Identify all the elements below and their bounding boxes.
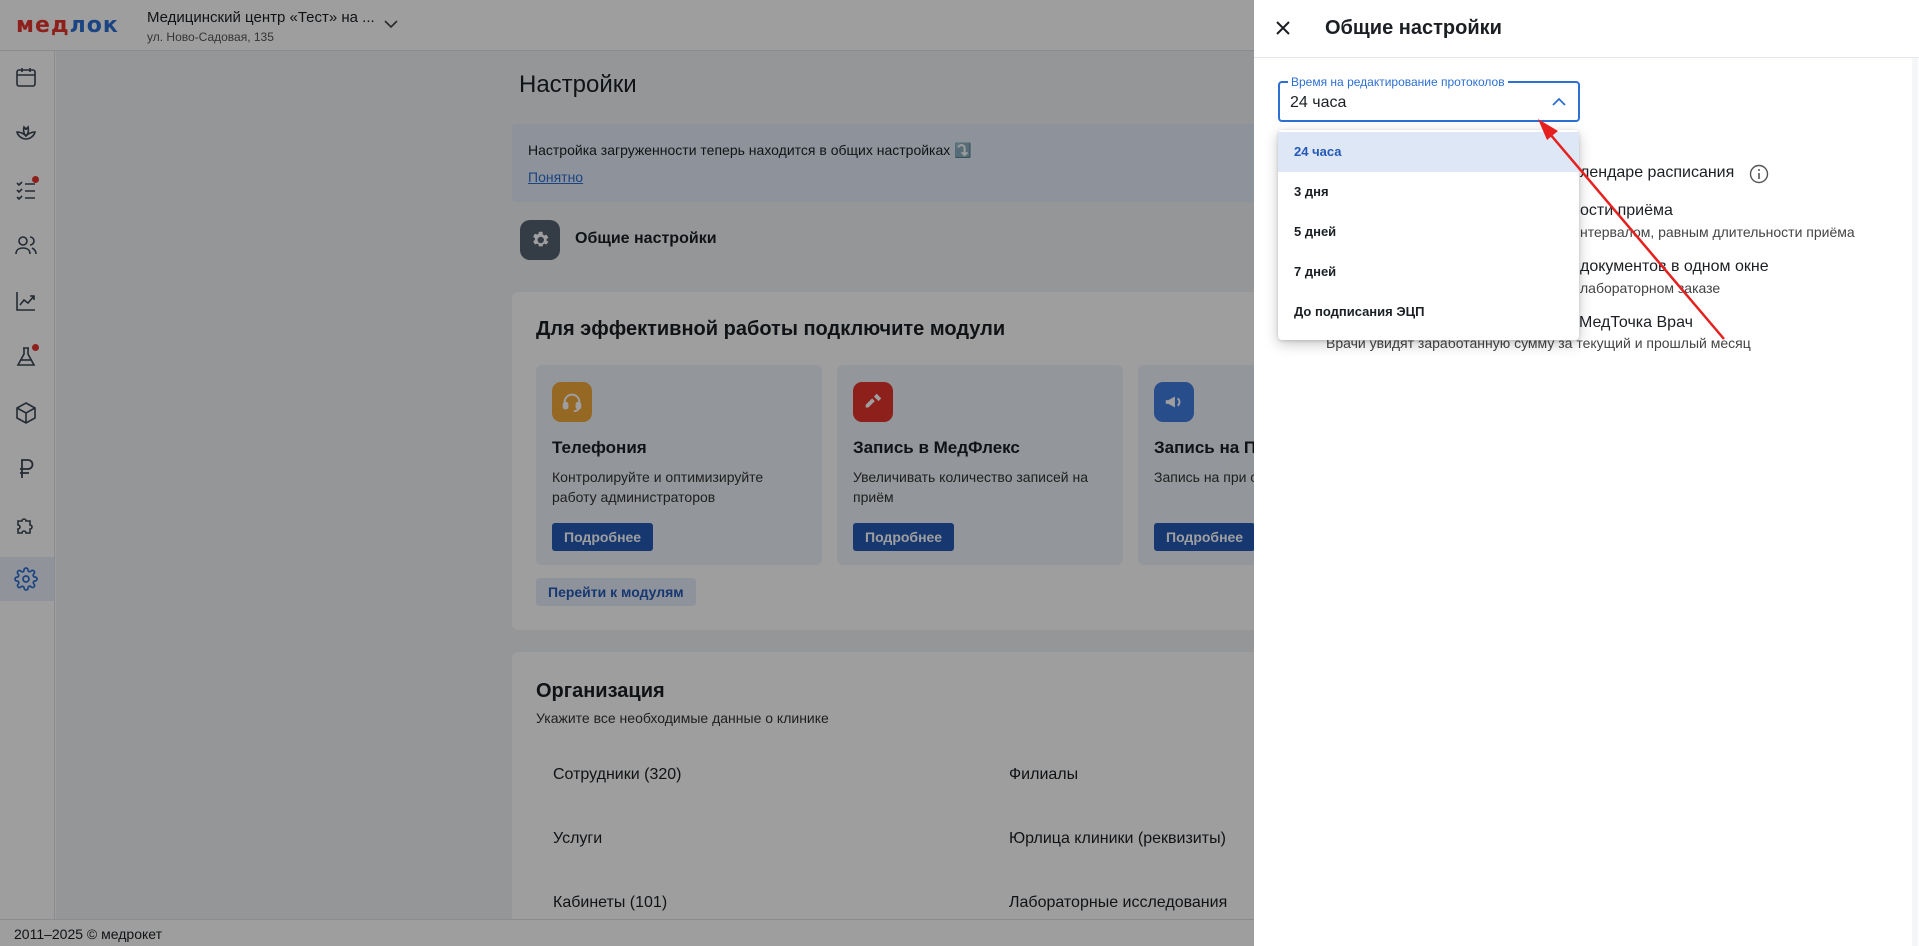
drawer-scrollbar[interactable]: [1911, 58, 1919, 946]
dropdown-option-7d[interactable]: 7 дней: [1278, 252, 1579, 292]
protocol-edit-time-select[interactable]: Время на редактирование протоколов 24 ча…: [1278, 75, 1580, 122]
setting-documents-one-window[interactable]: документов в одном окне: [1580, 258, 1769, 276]
dropdown-option-24h[interactable]: 24 часа: [1278, 132, 1579, 172]
setting-schedule-calendar[interactable]: лендаре расписания: [1580, 164, 1734, 182]
modal-overlay[interactable]: [0, 0, 1254, 946]
setting-medtochka-doctor[interactable]: МедТочка Врач: [1579, 314, 1693, 332]
select-value: 24 часа: [1290, 94, 1347, 111]
dropdown-option-5d[interactable]: 5 дней: [1278, 212, 1579, 252]
dropdown-menu: 24 часа 3 дня 5 дней 7 дней До подписани…: [1278, 130, 1579, 340]
select-label: Время на редактирование протоколов: [1288, 75, 1508, 89]
info-icon[interactable]: [1748, 163, 1770, 185]
dropdown-option-3d[interactable]: 3 дня: [1278, 172, 1579, 212]
drawer-header: Общие настройки: [1254, 0, 1919, 58]
chevron-up-icon[interactable]: [1550, 93, 1568, 111]
setting-appointment-duration-desc: нтервалом, равным длительности приёма: [1580, 224, 1855, 240]
drawer-title: Общие настройки: [1325, 17, 1502, 39]
setting-documents-one-window-desc: лабораторном заказе: [1580, 280, 1721, 296]
dropdown-option-until-signature[interactable]: До подписания ЭЦП: [1278, 292, 1579, 332]
close-icon[interactable]: [1272, 17, 1294, 39]
setting-appointment-duration[interactable]: ости приёма: [1580, 202, 1673, 220]
